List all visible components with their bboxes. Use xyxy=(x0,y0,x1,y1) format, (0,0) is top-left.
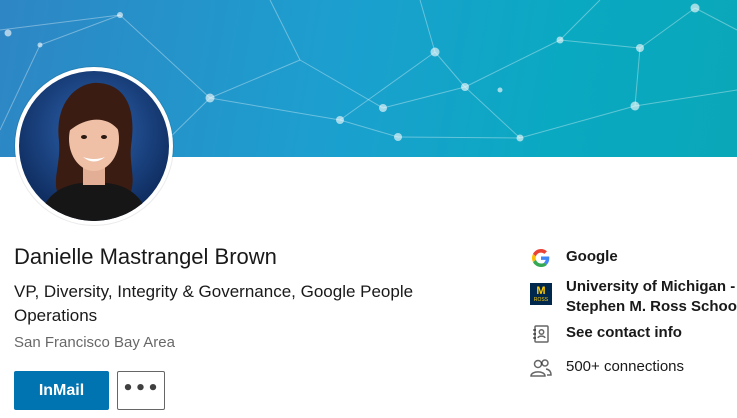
google-g-logo-icon xyxy=(530,247,552,269)
profile-headline: VP, Diversity, Integrity & Governance, G… xyxy=(14,282,414,325)
ross-logo-m: M xyxy=(536,284,546,297)
school-label-line2: Stephen M. Ross School of xyxy=(566,298,737,315)
michigan-ross-logo-icon: M ROSS xyxy=(530,283,552,305)
connections-item[interactable]: 500+ connections xyxy=(530,357,737,379)
people-icon xyxy=(530,357,552,379)
current-company-item[interactable]: Google xyxy=(530,247,737,269)
education-item[interactable]: M ROSS University of Michigan - Stephen … xyxy=(530,277,737,317)
profile-location: San Francisco Bay Area xyxy=(14,334,175,351)
profile-photo[interactable] xyxy=(15,67,173,225)
inmail-button[interactable]: InMail xyxy=(14,371,109,410)
contact-card-icon xyxy=(530,323,552,345)
more-actions-button[interactable]: ••• xyxy=(117,371,165,410)
school-label: University of Michigan - Stephen M. Ross… xyxy=(566,277,737,317)
contact-info-item[interactable]: See contact info xyxy=(530,323,737,345)
school-label-line1: University of Michigan - xyxy=(566,278,736,295)
connections-label[interactable]: 500+ connections xyxy=(566,357,684,377)
profile-photo-image xyxy=(19,71,169,221)
profile-name: Danielle Mastrangel Brown xyxy=(14,244,277,269)
ross-logo-text: ROSS xyxy=(533,296,549,303)
contact-info-link[interactable]: See contact info xyxy=(566,323,682,343)
company-label: Google xyxy=(566,248,618,265)
